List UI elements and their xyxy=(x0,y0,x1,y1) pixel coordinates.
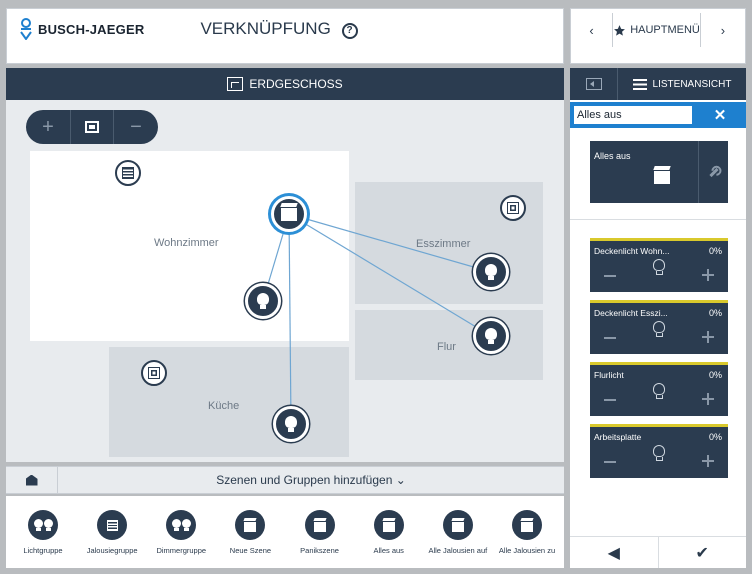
switch-room-icon-esszimmer[interactable] xyxy=(500,195,526,221)
wrench-icon xyxy=(708,167,719,177)
palette-label: Panikszene xyxy=(300,546,339,555)
scene-card[interactable]: Alles aus xyxy=(590,141,728,203)
confirm-button[interactable]: ✔ xyxy=(659,537,747,568)
list-header: LISTENANSICHT xyxy=(570,68,746,100)
switch-icon xyxy=(148,367,160,379)
settings-button[interactable] xyxy=(698,141,728,203)
light-marker-flur[interactable] xyxy=(473,318,509,354)
link-line-flur xyxy=(288,213,492,337)
scene-name-input[interactable] xyxy=(574,106,692,124)
back-button[interactable]: ◀ xyxy=(570,537,659,568)
house-icon xyxy=(25,474,38,486)
palette-label: Alle Jalousien zu xyxy=(498,546,556,555)
panel-footer: ◀ ✔ xyxy=(570,536,746,568)
collapse-panel-button[interactable] xyxy=(570,68,618,100)
blind-icon xyxy=(122,167,134,179)
palette-label: Neue Szene xyxy=(229,546,272,555)
scene-icon xyxy=(511,510,542,540)
scene-icon xyxy=(304,510,335,540)
blind-room-icon[interactable] xyxy=(115,160,141,186)
blind-icon xyxy=(97,510,128,540)
device-percent: 0% xyxy=(708,308,722,318)
bulb-outline-icon xyxy=(653,259,665,275)
palette-label: Alle Jalousien auf xyxy=(428,546,488,555)
palette-item-alle-jalousien-zu[interactable]: Alle Jalousien zu xyxy=(494,510,560,568)
bulb-icon xyxy=(485,328,497,344)
scene-clapper-icon xyxy=(654,171,670,184)
close-icon[interactable]: ✕ xyxy=(698,106,742,124)
list-view-label: LISTENANSICHT xyxy=(652,78,732,90)
scene-marker-selected[interactable] xyxy=(271,196,307,232)
add-scenes-groups-toggle[interactable]: Szenen und Gruppen hinzufügen ⌄ xyxy=(58,466,564,494)
device-percent: 0% xyxy=(708,370,722,380)
scene-name-bar: ✕ xyxy=(570,102,746,128)
palette-item-lichtgruppe[interactable]: Lichtgruppe xyxy=(10,510,76,568)
divider xyxy=(570,219,746,220)
palette-label: Lichtgruppe xyxy=(23,546,63,555)
increase-button[interactable] xyxy=(702,393,714,405)
list-icon xyxy=(632,78,647,90)
link-line-kueche xyxy=(288,213,292,425)
scene-icon xyxy=(442,510,473,540)
increase-button[interactable] xyxy=(702,331,714,343)
device-percent: 0% xyxy=(708,246,722,256)
collapse-icon xyxy=(585,78,602,90)
switch-icon xyxy=(507,202,519,214)
bulb-icon xyxy=(285,416,297,432)
decrease-button[interactable] xyxy=(604,337,616,339)
double-bulb-icon xyxy=(28,510,58,540)
bulb-icon xyxy=(485,264,497,280)
device-card[interactable]: Deckenlicht Esszi... 0% xyxy=(590,300,728,354)
home-button[interactable] xyxy=(6,466,58,494)
device-name: Arbeitsplatte xyxy=(594,432,642,442)
increase-button[interactable] xyxy=(702,269,714,281)
decrease-button[interactable] xyxy=(604,461,616,463)
light-marker-wohnzimmer[interactable] xyxy=(245,283,281,319)
palette-label: Dimmergruppe xyxy=(156,546,207,555)
bulb-outline-icon xyxy=(653,445,665,461)
element-palette: Lichtgruppe Jalousiegruppe Dimmergruppe … xyxy=(6,496,564,568)
light-marker-kueche[interactable] xyxy=(273,406,309,442)
device-name: Deckenlicht Wohn... xyxy=(594,246,670,256)
bulb-outline-icon xyxy=(653,321,665,337)
device-card[interactable]: Arbeitsplatte 0% xyxy=(590,424,728,478)
scene-icon xyxy=(373,510,404,540)
list-view-button[interactable]: LISTENANSICHT xyxy=(618,78,746,90)
palette-label: Alles aus xyxy=(373,546,404,555)
palette-item-dimmergruppe[interactable]: Dimmergruppe xyxy=(148,510,214,568)
scene-icon xyxy=(235,510,266,540)
device-card[interactable]: Deckenlicht Wohn... 0% xyxy=(590,238,728,292)
palette-item-neue-szene[interactable]: Neue Szene xyxy=(217,510,283,568)
decrease-button[interactable] xyxy=(604,399,616,401)
decrease-button[interactable] xyxy=(604,275,616,277)
scene-clapper-icon xyxy=(281,207,297,221)
palette-item-alle-jalousien-auf[interactable]: Alle Jalousien auf xyxy=(425,510,491,568)
increase-button[interactable] xyxy=(702,455,714,467)
bulb-icon xyxy=(257,293,269,309)
bulb-outline-icon xyxy=(653,383,665,399)
double-bulb-icon xyxy=(166,510,197,540)
palette-label: Jalousiegruppe xyxy=(86,546,138,555)
device-card[interactable]: Flurlicht 0% xyxy=(590,362,728,416)
palette-item-panikszene[interactable]: Panikszene xyxy=(287,510,353,568)
device-name: Flurlicht xyxy=(594,370,624,380)
scene-card-title: Alles aus xyxy=(594,151,631,161)
switch-room-icon-kueche[interactable] xyxy=(141,360,167,386)
light-marker-esszimmer[interactable] xyxy=(473,254,509,290)
device-percent: 0% xyxy=(708,432,722,442)
link-line-esszimmer xyxy=(288,213,492,273)
palette-item-jalousiegruppe[interactable]: Jalousiegruppe xyxy=(79,510,145,568)
palette-item-alles-aus[interactable]: Alles aus xyxy=(356,510,422,568)
device-name: Deckenlicht Esszi... xyxy=(594,308,668,318)
